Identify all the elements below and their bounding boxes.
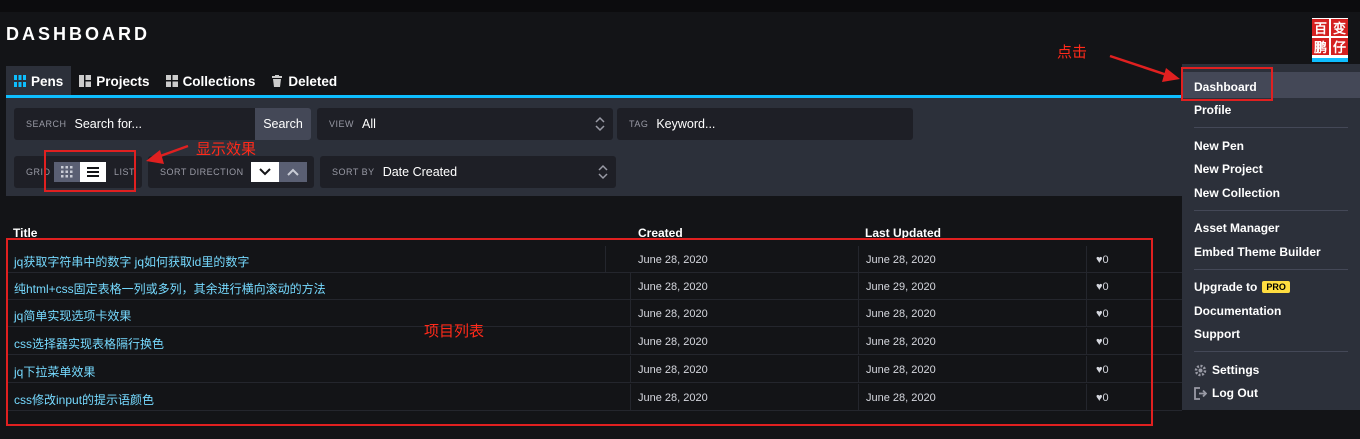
- search-button[interactable]: Search: [255, 108, 311, 140]
- annotation-display-effect: 显示效果: [196, 141, 257, 158]
- menu-item-logout[interactable]: Log Out: [1194, 386, 1258, 400]
- gear-icon: [1194, 364, 1207, 376]
- view-label: VIEW: [329, 119, 355, 129]
- search-input[interactable]: Search for...: [75, 117, 142, 131]
- menu-divider: [1194, 210, 1348, 211]
- menu-item-new-pen[interactable]: New Pen: [1194, 139, 1244, 153]
- annotation-box-project-list: [6, 238, 1153, 426]
- annotation-project-list: 项目列表: [424, 323, 485, 340]
- chevron-down-icon: [259, 168, 271, 176]
- pro-badge: PRO: [1262, 281, 1290, 293]
- sort-descending-button[interactable]: [251, 162, 279, 182]
- sort-direction-label: SORT DIRECTION: [160, 167, 244, 177]
- menu-divider: [1194, 269, 1348, 270]
- search-field[interactable]: SEARCH Search for...: [14, 108, 255, 140]
- sort-by-select[interactable]: SORT BY Date Created: [320, 156, 616, 188]
- menu-item-embed-theme-builder[interactable]: Embed Theme Builder: [1194, 245, 1321, 259]
- logout-icon: [1194, 386, 1207, 400]
- menu-item-documentation[interactable]: Documentation: [1194, 304, 1281, 318]
- tab-deleted[interactable]: Deleted: [263, 66, 345, 96]
- collections-icon: [165, 75, 178, 87]
- tag-label: TAG: [629, 119, 649, 129]
- tab-label: Pens: [31, 73, 64, 89]
- arrow-head: [1162, 68, 1180, 82]
- menu-item-profile[interactable]: Profile: [1194, 103, 1231, 117]
- projects-icon: [79, 75, 92, 87]
- tab-bar: Pens Projects Collections Deleted: [6, 66, 345, 96]
- page: DASHBOARD 百 变 鹏 仔 Pens Projects Collecti…: [0, 0, 1360, 439]
- search-label: SEARCH: [26, 119, 67, 129]
- view-value: All: [362, 117, 376, 131]
- sort-ascending-button[interactable]: [279, 162, 307, 182]
- tab-label: Projects: [96, 73, 150, 89]
- tag-field[interactable]: TAG Keyword...: [617, 108, 913, 140]
- tab-label: Deleted: [288, 73, 338, 89]
- logo-char: 变: [1331, 19, 1348, 37]
- menu-item-settings[interactable]: Settings: [1194, 363, 1259, 377]
- arrow-to-dashboard: [1109, 54, 1177, 80]
- menu-divider: [1194, 127, 1348, 128]
- tab-label: Collections: [182, 73, 256, 89]
- trash-icon: [272, 75, 283, 87]
- sort-by-label: SORT BY: [332, 167, 375, 177]
- menu-item-support[interactable]: Support: [1194, 327, 1240, 341]
- annotation-box-view-toggle: [44, 150, 136, 192]
- logo-bar: [1312, 58, 1348, 62]
- page-title: DASHBOARD: [6, 24, 150, 44]
- menu-item-asset-manager[interactable]: Asset Manager: [1194, 221, 1279, 235]
- pens-grid-icon: [14, 75, 26, 87]
- user-dropdown-menu: Dashboard Profile New Pen New Project Ne…: [1182, 64, 1360, 410]
- chevron-updown-icon: [598, 164, 608, 180]
- view-select[interactable]: VIEW All: [317, 108, 613, 140]
- top-strip: [0, 0, 1360, 12]
- menu-item-new-collection[interactable]: New Collection: [1194, 186, 1280, 200]
- tab-projects[interactable]: Projects: [71, 66, 157, 96]
- sort-by-value: Date Created: [382, 165, 458, 179]
- menu-item-upgrade[interactable]: Upgrade to PRO: [1194, 280, 1290, 294]
- annotation-click: 点击: [1057, 44, 1088, 61]
- tag-input[interactable]: Keyword...: [656, 117, 715, 131]
- menu-divider: [1194, 351, 1348, 352]
- annotation-box-dashboard: [1181, 67, 1273, 101]
- logo-char: 仔: [1331, 38, 1348, 56]
- logo-char: 鹏: [1312, 38, 1329, 56]
- logo-char: 百: [1312, 19, 1329, 37]
- chevron-updown-icon: [595, 116, 605, 132]
- tab-pens[interactable]: Pens: [6, 66, 72, 96]
- menu-item-new-project[interactable]: New Project: [1194, 162, 1263, 176]
- tab-collections[interactable]: Collections: [158, 66, 264, 96]
- chevron-up-icon: [287, 168, 299, 176]
- brand-logo: 百 变 鹏 仔: [1312, 18, 1348, 62]
